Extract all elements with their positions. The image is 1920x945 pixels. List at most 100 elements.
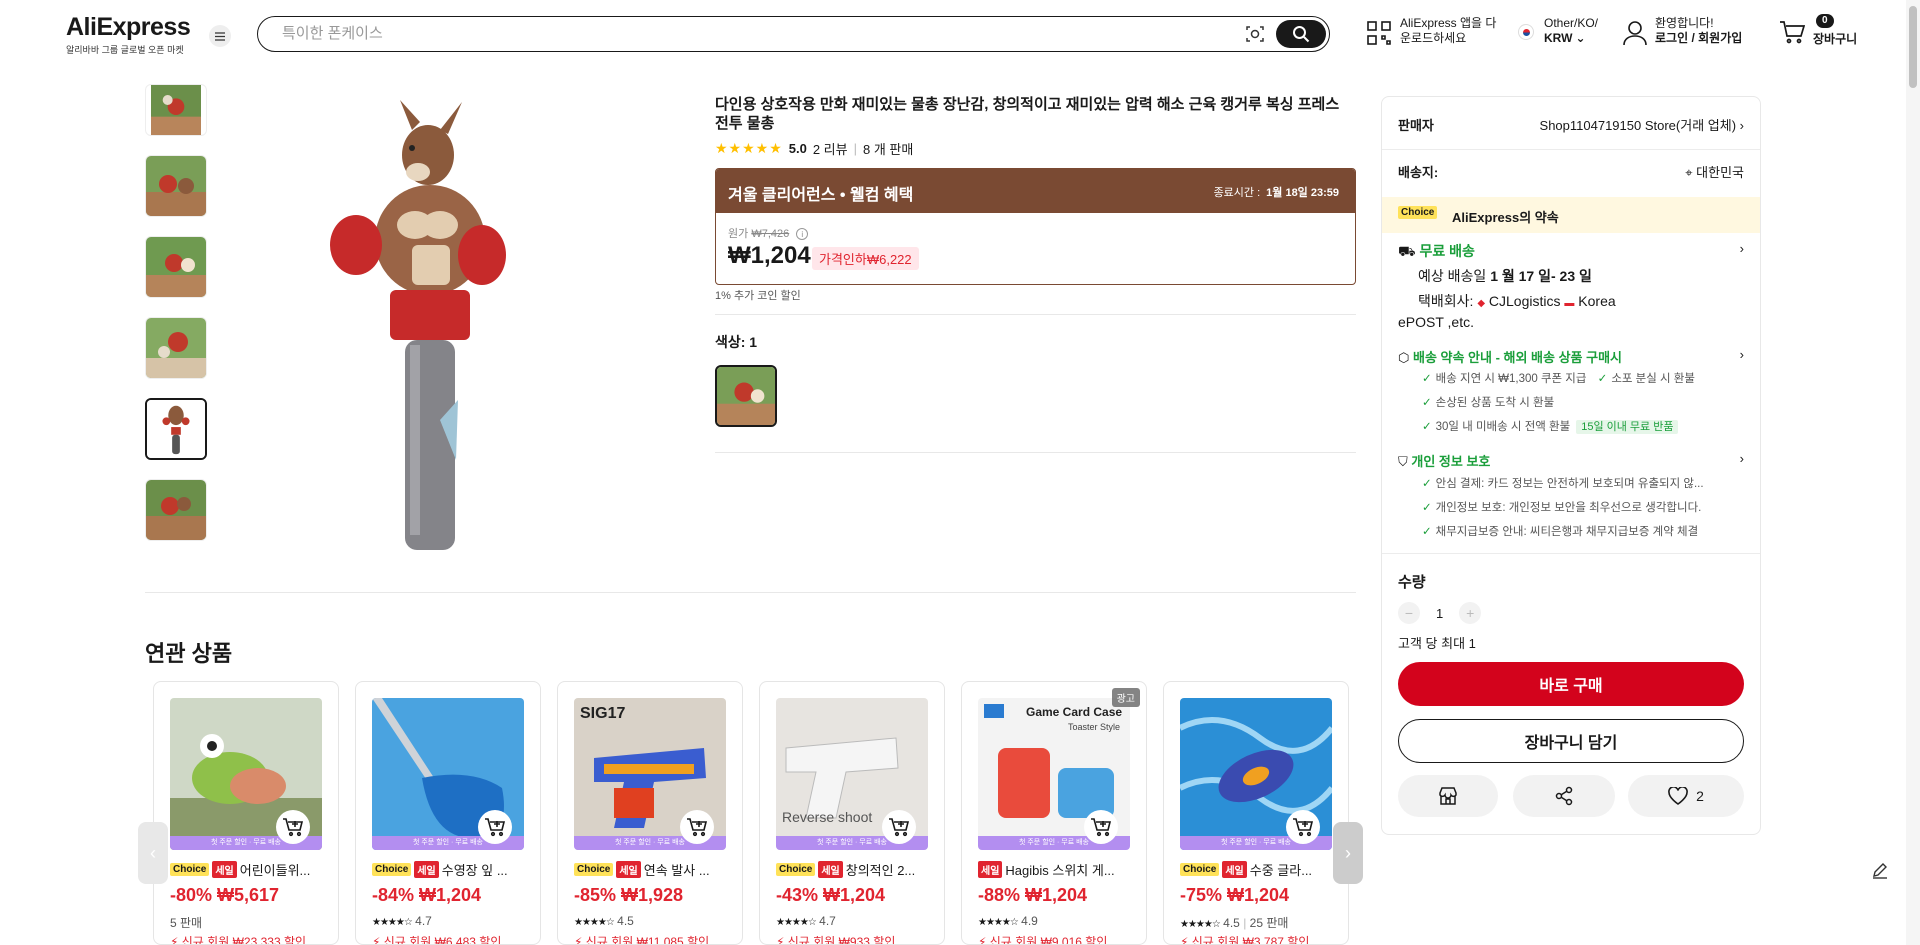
edit-icon[interactable] xyxy=(1867,857,1893,883)
product-card-rating: ★★★★☆ 4.7 xyxy=(776,914,836,928)
main-product-image[interactable] xyxy=(330,100,540,560)
quantity-label: 수량 xyxy=(1398,574,1426,591)
quantity-value[interactable]: 1 xyxy=(1436,606,1443,621)
qr-code-icon xyxy=(1367,21,1391,45)
product-card-sold: 5 판매 xyxy=(170,916,203,930)
divider: | xyxy=(1243,916,1247,930)
thumbnail[interactable] xyxy=(145,236,207,298)
product-name: Hagibis 스위치 게... xyxy=(1005,863,1115,878)
share-icon xyxy=(1555,786,1573,806)
seller-label: 판매자 xyxy=(1398,118,1434,133)
chevron-left-icon: ‹ xyxy=(150,842,156,863)
logo[interactable]: AliExpress 알리바바 그룹 글로벌 오픈 마켓 xyxy=(66,13,191,56)
chevron-right-icon[interactable]: › xyxy=(1740,347,1744,362)
thumbnail[interactable] xyxy=(145,479,207,541)
carousel-next-button[interactable]: › xyxy=(1333,822,1363,884)
check-icon: ✓ xyxy=(1597,373,1608,385)
account-menu[interactable]: 환영합니다! 로그인 / 회원가입 xyxy=(1623,16,1742,46)
image-search-icon[interactable] xyxy=(1245,24,1265,47)
product-card-name: Choice 세일 창의적인 2... xyxy=(776,860,936,879)
store-icon xyxy=(1439,787,1457,805)
rating-row: ★★★★★ 5.0 2 리뷰 | 8 개 판매 xyxy=(715,139,913,158)
add-to-cart-icon[interactable] xyxy=(478,810,512,844)
user-icon xyxy=(1623,21,1647,46)
product-card[interactable]: 첫 주문 할인 · 무료 배송 Choice 세일 수영장 잎 ... -84% ₩… xyxy=(355,681,541,945)
app-download-line2: 운로드하세요 xyxy=(1400,31,1467,45)
product-card-name: Choice 세일 수영장 잎 ... xyxy=(372,860,532,879)
carrier-info: 택배회사: ◆ CJLogistics ▬ Korea xyxy=(1418,291,1616,311)
product-card[interactable]: 첫 주문 할인 · 무료 배송 Choice 세일 어린이들위... -80% ₩5… xyxy=(153,681,339,945)
delivery-guarantee-row[interactable]: ⬡ 배송 약속 안내 - 해외 배송 상품 구매시 xyxy=(1398,347,1622,366)
wishlist-count: 2 xyxy=(1696,788,1704,804)
product-name: 수중 글라... xyxy=(1249,863,1313,878)
review-count[interactable]: 2 리뷰 xyxy=(813,139,848,158)
check-icon: ✓ xyxy=(1422,373,1432,385)
choice-promise-text: AliExpress의 약속 xyxy=(1452,210,1559,225)
promo-end-value: 1월 18일 23:59 xyxy=(1266,187,1339,199)
product-card-name: 세일 Hagibis 스위치 게... xyxy=(978,860,1138,879)
product-card-name: Choice 세일 수중 글라... xyxy=(1180,860,1340,879)
image-subtitle: Toaster Style xyxy=(1068,722,1120,732)
app-download[interactable]: AliExpress 앱을 다 운로드하세요 xyxy=(1366,16,1496,46)
product-card-coupon: ⚡ 신규 회원 ₩933 할인 xyxy=(776,933,895,944)
ship-to-selector[interactable]: ⌖ 대한민국 xyxy=(1685,162,1744,181)
info-icon[interactable]: i xyxy=(796,228,809,240)
share-button[interactable] xyxy=(1513,775,1615,817)
carrier-name: Korea xyxy=(1578,293,1616,309)
add-to-cart-icon[interactable] xyxy=(1084,810,1118,844)
product-card-coupon: ⚡ 신규 회원 ₩11,085 할인 xyxy=(574,933,709,944)
thumbnail-list xyxy=(145,84,209,560)
free-shipping-row[interactable]: ⛟ 무료 배송 xyxy=(1398,241,1475,262)
thumbnail[interactable] xyxy=(145,84,207,136)
product-card[interactable]: SIG17 첫 주문 할인 · 무료 배송 Choice 세일 연속 발사 ... … xyxy=(557,681,743,945)
page-scrollbar[interactable] xyxy=(1906,0,1920,945)
decrease-button[interactable]: − xyxy=(1398,602,1420,624)
logo-tagline: 알리바바 그룹 글로벌 오픈 마켓 xyxy=(66,45,184,55)
scrollbar-thumb[interactable] xyxy=(1909,6,1917,88)
sale-badge: 세일 xyxy=(1222,861,1247,878)
seller-link[interactable]: Shop1104719150 Store(거래 업체) › xyxy=(1540,115,1744,134)
add-to-cart-button[interactable]: 장바구니 담기 xyxy=(1398,719,1744,763)
privacy-text: 안심 결제: 카드 정보는 안전하게 보호되며 유출되지 않... xyxy=(1435,478,1704,490)
product-card[interactable]: Reverse shoot 첫 주문 할인 · 무료 배송 Choice 세일 창의… xyxy=(759,681,945,945)
carousel-prev-button[interactable]: ‹ xyxy=(138,822,168,884)
search-input[interactable] xyxy=(282,25,1182,42)
shield-icon: ⛉ xyxy=(1398,454,1408,469)
quantity-stepper: − 1 + xyxy=(1398,602,1482,624)
add-to-cart-icon[interactable] xyxy=(882,810,916,844)
add-to-cart-icon[interactable] xyxy=(276,810,310,844)
buy-now-button[interactable]: 바로 구매 xyxy=(1398,662,1744,706)
promo-title: 겨울 클리어런스 • 웰컴 혜택 xyxy=(728,187,914,204)
login-link[interactable]: 로그인 / 회원가입 xyxy=(1655,31,1742,46)
add-to-cart-icon[interactable] xyxy=(1286,810,1320,844)
chevron-right-icon[interactable]: › xyxy=(1740,451,1744,466)
thumbnail-selected[interactable] xyxy=(145,398,207,460)
guarantee-text: 배송 지연 시 ₩1,300 쿠폰 지급 xyxy=(1435,373,1587,385)
rating-value: 5.0 xyxy=(788,141,807,156)
product-title: 다인용 상호작용 만화 재미있는 물총 장난감, 창의적이고 재미있는 압력 해… xyxy=(715,96,1340,132)
store-button[interactable] xyxy=(1398,775,1498,817)
color-option-swatch[interactable] xyxy=(715,365,777,427)
wishlist-button[interactable]: 2 xyxy=(1628,775,1744,817)
divider xyxy=(1382,553,1760,554)
current-price: ₩1,204 xyxy=(728,242,811,269)
thumbnail[interactable] xyxy=(145,317,207,379)
region-selector[interactable]: Other/KO/ KRW ⌄ xyxy=(1518,16,1598,46)
divider xyxy=(145,592,1356,593)
menu-icon[interactable] xyxy=(209,25,231,47)
privacy-item: ✓ 개인정보 보호: 개인정보 보안을 최우선으로 생각합니다. xyxy=(1422,499,1701,515)
chevron-right-icon[interactable]: › xyxy=(1740,241,1744,256)
increase-button[interactable]: + xyxy=(1459,602,1482,624)
privacy-row[interactable]: ⛉ 개인 정보 보호 xyxy=(1398,451,1490,470)
chevron-down-icon: ⌄ xyxy=(1575,31,1586,45)
guarantee-item: ✓ 배송 지연 시 ₩1,300 쿠폰 지급 ✓ 소포 분실 시 환불 xyxy=(1422,370,1695,386)
rating-value: 4.7 xyxy=(415,914,432,928)
product-card[interactable]: 첫 주문 할인 · 무료 배송 Choice 세일 수중 글라... -75% ₩1… xyxy=(1163,681,1349,945)
product-card[interactable]: Game Card Case Toaster Style 첫 주문 할인 · 무료… xyxy=(961,681,1147,945)
free-return-tag: 15일 이내 무료 반품 xyxy=(1576,420,1679,434)
choice-badge: Choice xyxy=(170,863,210,876)
add-to-cart-icon[interactable] xyxy=(680,810,714,844)
thumbnail[interactable] xyxy=(145,155,207,217)
sold-count: 8 개 판매 xyxy=(863,142,914,157)
search-button[interactable] xyxy=(1276,20,1326,48)
